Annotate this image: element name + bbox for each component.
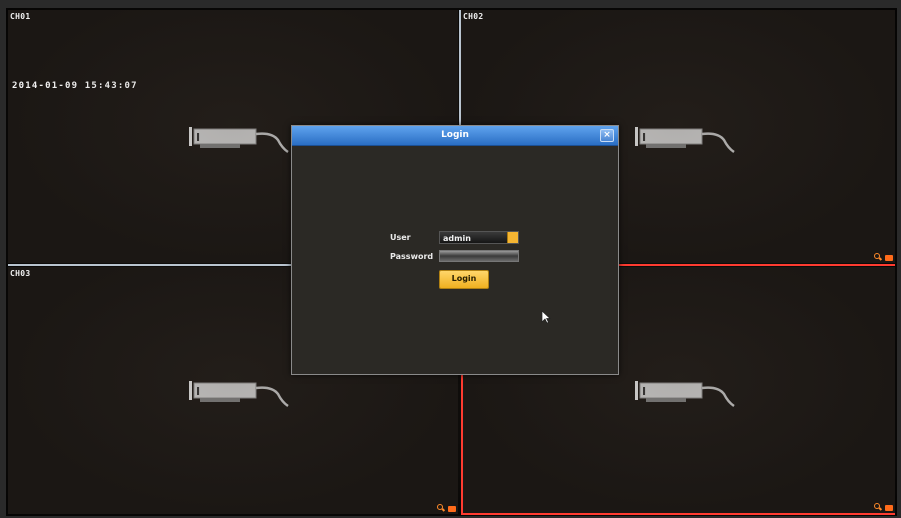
svg-text:I: I (196, 131, 200, 144)
camera-placeholder-icon: I (635, 381, 735, 408)
record-icon[interactable] (885, 254, 893, 261)
user-label: User (390, 233, 411, 242)
datetime-overlay: 2014-01-09 15:43:07 (12, 81, 138, 91)
dialog-title-bar[interactable]: Login × (292, 126, 618, 146)
tile-tools (874, 253, 893, 261)
user-value: admin (443, 234, 471, 243)
channel-label: CH02 (463, 12, 484, 21)
user-select[interactable]: admin (439, 231, 519, 244)
channel-label: CH03 (10, 269, 31, 278)
zoom-icon[interactable] (874, 503, 882, 511)
svg-text:I: I (642, 131, 646, 144)
tile-tools (437, 504, 456, 512)
svg-text:I: I (196, 385, 200, 398)
camera-placeholder-icon: I (189, 381, 289, 408)
close-button[interactable]: × (600, 129, 614, 142)
camera-placeholder-icon: I (635, 127, 735, 154)
camera-placeholder-icon: I (189, 127, 289, 154)
login-dialog: Login × User admin Password Login (291, 125, 619, 375)
channel-label: CH01 (10, 12, 31, 21)
tile-tools (874, 503, 893, 511)
zoom-icon[interactable] (874, 253, 882, 261)
chevron-down-icon[interactable] (507, 232, 518, 243)
password-field[interactable] (439, 250, 519, 262)
login-button[interactable]: Login (439, 270, 489, 289)
mouse-cursor-icon (541, 310, 551, 324)
zoom-icon[interactable] (437, 504, 445, 512)
dialog-title: Login (441, 130, 469, 140)
svg-text:I: I (642, 385, 646, 398)
record-icon[interactable] (448, 505, 456, 512)
record-icon[interactable] (885, 504, 893, 511)
divider-bottom-active (461, 513, 895, 515)
password-label: Password (390, 252, 434, 261)
